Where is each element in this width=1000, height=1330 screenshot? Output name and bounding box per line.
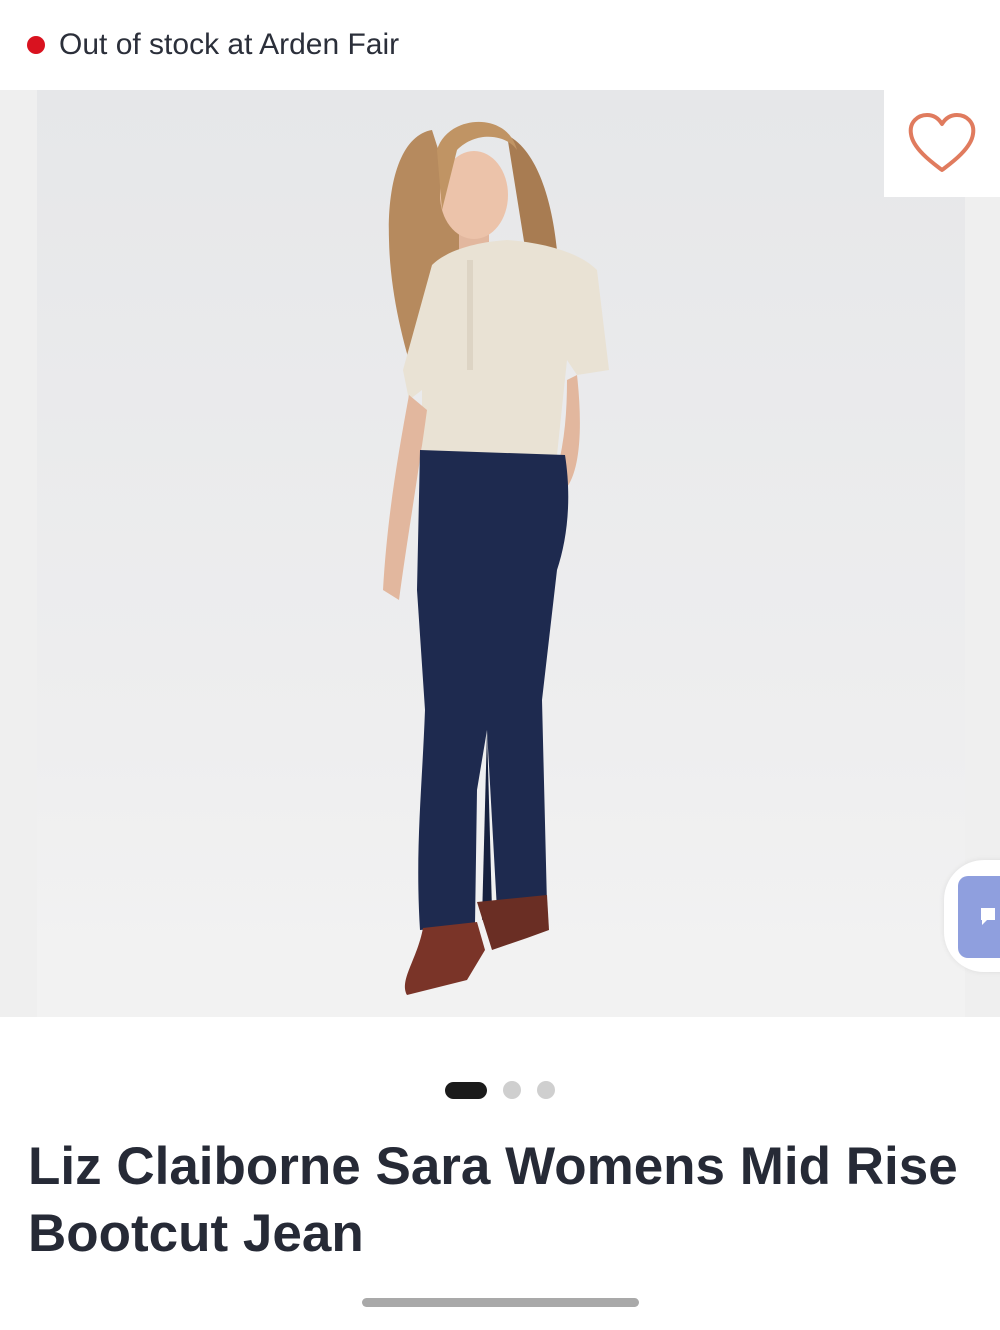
home-indicator[interactable] xyxy=(362,1298,639,1307)
heart-outline-icon xyxy=(908,112,976,172)
pagination-dot[interactable] xyxy=(503,1081,521,1099)
feedback-tab-button[interactable] xyxy=(958,876,1000,958)
pagination-dot-active[interactable] xyxy=(445,1081,487,1099)
store-availability: Out of stock at Arden Fair xyxy=(0,0,1000,90)
pagination-dot[interactable] xyxy=(537,1081,555,1099)
out-of-stock-indicator xyxy=(27,36,45,54)
image-pagination xyxy=(0,1081,1000,1099)
model-illustration xyxy=(37,121,965,1017)
product-image-gallery[interactable] xyxy=(0,90,1000,1017)
chat-icon xyxy=(981,908,995,925)
store-availability-text: Out of stock at Arden Fair xyxy=(59,28,400,61)
product-image[interactable] xyxy=(37,90,965,1017)
favorite-button[interactable] xyxy=(884,90,1000,197)
product-title: Liz Claiborne Sara Womens Mid Rise Bootc… xyxy=(28,1137,958,1263)
